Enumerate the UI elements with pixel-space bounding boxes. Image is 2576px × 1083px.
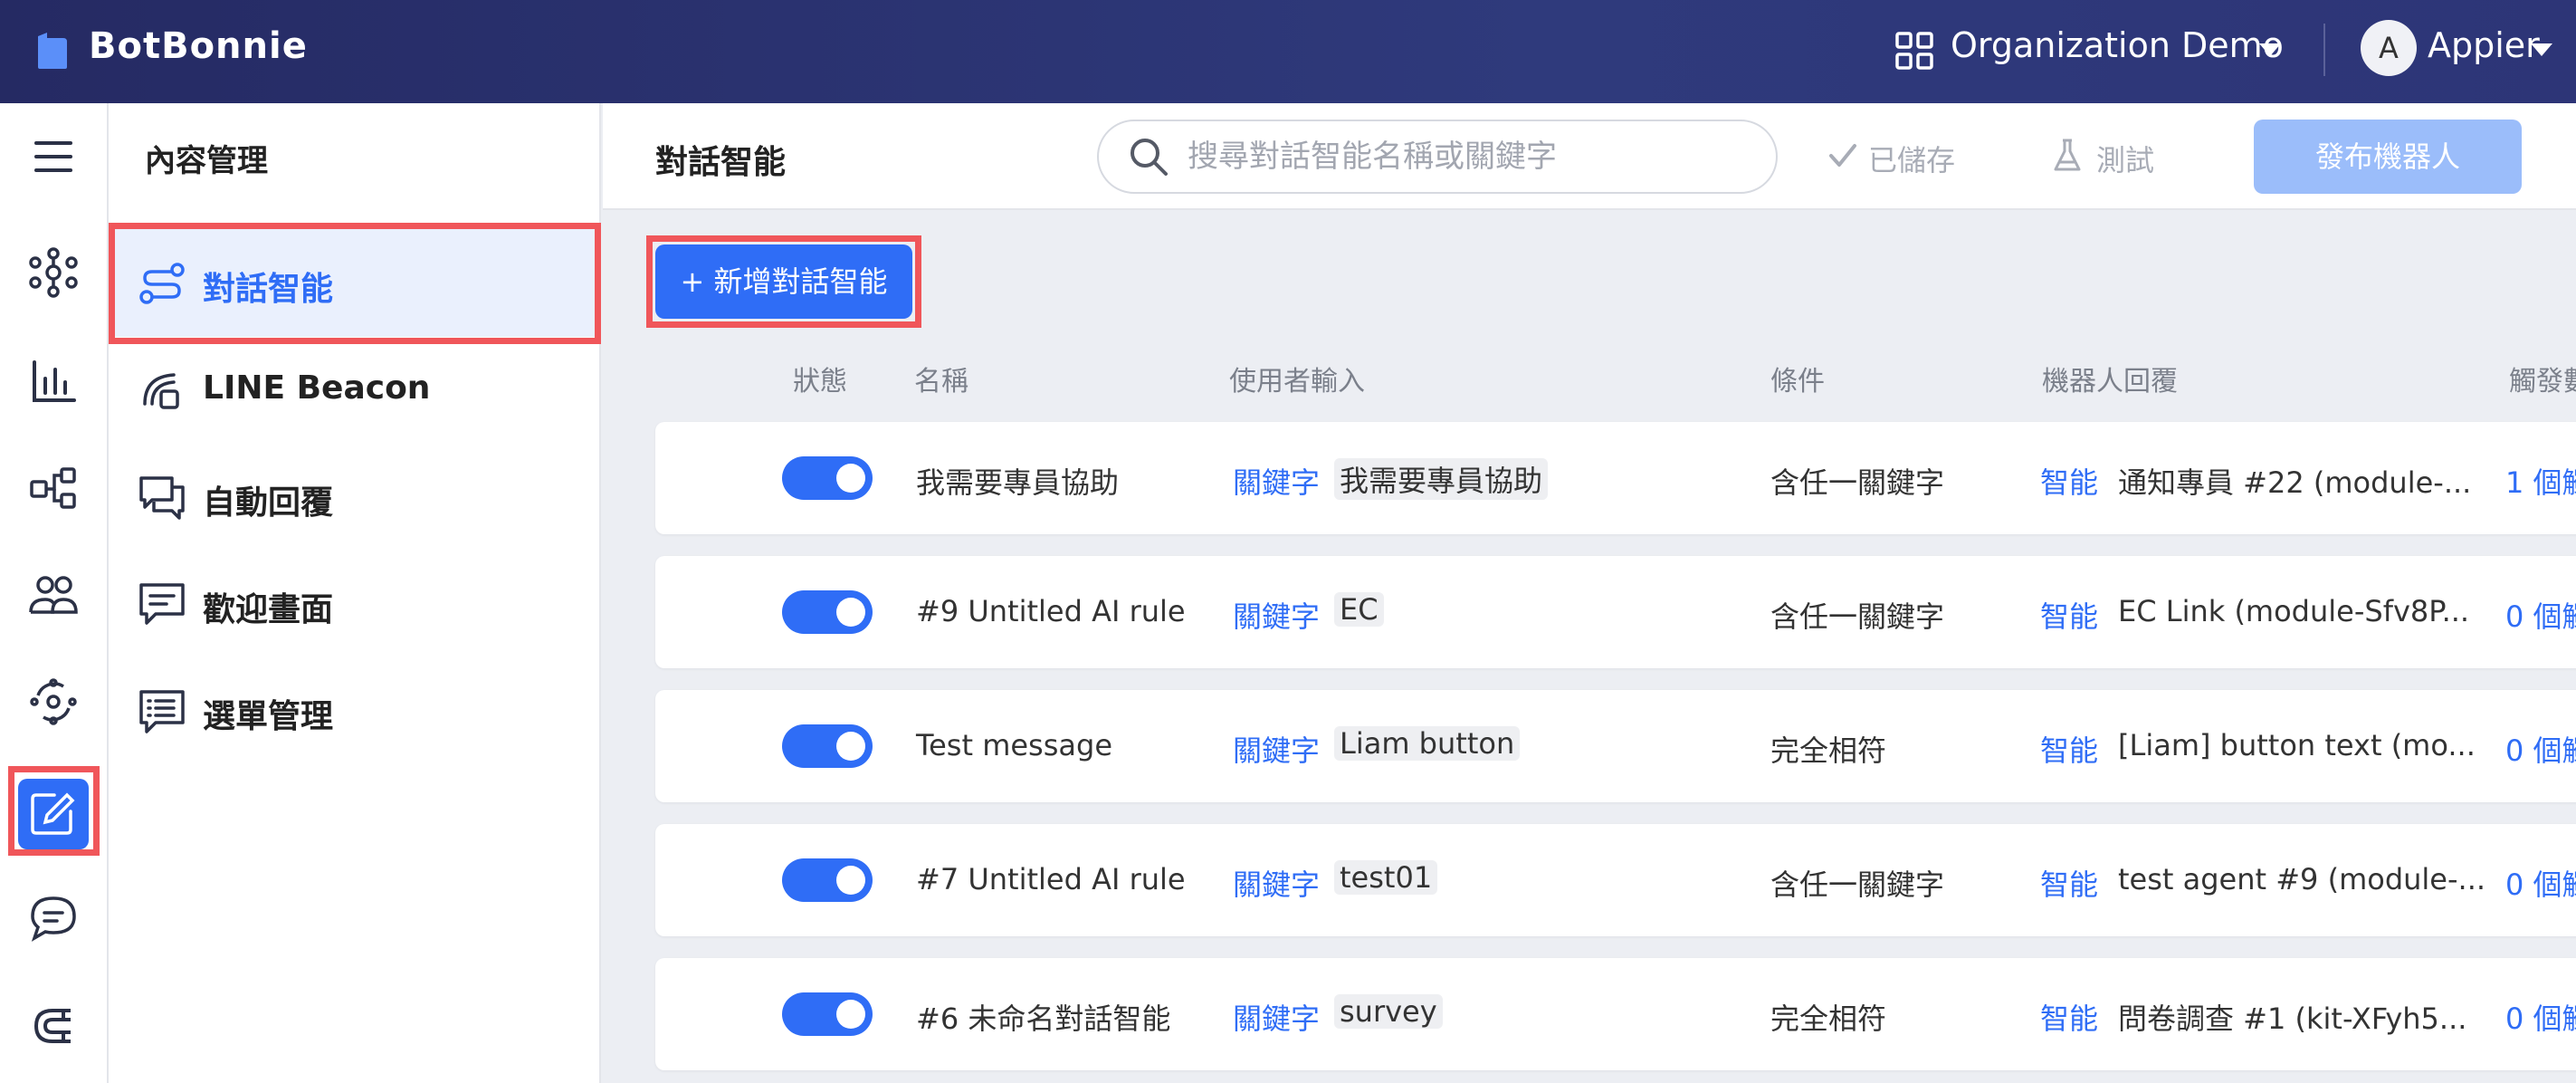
condition-text: 含任一關鍵字 xyxy=(1770,867,1945,902)
search-input[interactable] xyxy=(1186,134,1747,179)
panel-item-menu-manage[interactable]: 選單管理 xyxy=(203,690,333,737)
status-toggle[interactable] xyxy=(782,456,873,500)
rule-name[interactable]: #7 Untitled AI rule xyxy=(916,862,1186,896)
analytics-icon[interactable] xyxy=(27,355,80,407)
rule-name[interactable]: Test message xyxy=(916,728,1112,762)
trigger-count[interactable]: 0 個觸 xyxy=(2505,728,2576,770)
organization-selector[interactable]: Organization Demo xyxy=(1951,25,2284,65)
panel-item-welcome-screen[interactable]: 歡迎畫面 xyxy=(203,583,333,630)
rule-name[interactable]: #6 未命名對話智能 xyxy=(916,996,1170,1038)
grid-icon[interactable] xyxy=(1894,31,1934,71)
condition-text: 完全相符 xyxy=(1770,733,1887,768)
saved-status: 已儲存 xyxy=(1868,143,1956,177)
chevron-down-icon[interactable] xyxy=(2259,43,2281,56)
header-divider xyxy=(2323,24,2325,76)
input-type: 關鍵字 xyxy=(1233,599,1321,634)
column-header-name: 名稱 xyxy=(914,366,968,398)
rule-name[interactable]: 我需要專員協助 xyxy=(916,460,1119,502)
network-icon[interactable] xyxy=(27,246,80,299)
magnet-icon[interactable] xyxy=(27,1000,80,1052)
input-type: 關鍵字 xyxy=(1233,733,1321,768)
rule-name[interactable]: #9 Untitled AI rule xyxy=(916,594,1186,628)
checkmark-icon xyxy=(1827,139,1859,172)
rail-highlight-box xyxy=(8,766,100,856)
keyword-tag: EC xyxy=(1334,592,1384,627)
keyword-tag: survey xyxy=(1334,994,1443,1029)
condition-text: 含任一關鍵字 xyxy=(1770,465,1945,500)
status-toggle[interactable] xyxy=(782,590,873,634)
reply-text: 問卷調查 #1 (kit-XFyh5... xyxy=(2118,1002,2467,1036)
user-menu[interactable]: Appier xyxy=(2428,25,2540,65)
reply-text: [Liam] button text (mo... xyxy=(2118,728,2476,762)
auto-reply-icon[interactable] xyxy=(136,471,188,523)
status-toggle[interactable] xyxy=(782,858,873,902)
column-header-status: 狀態 xyxy=(793,366,847,398)
beacon-icon[interactable] xyxy=(136,364,188,417)
welcome-screen-icon[interactable] xyxy=(136,578,188,630)
panel-title: 內容管理 xyxy=(145,143,268,179)
chevron-down-icon[interactable] xyxy=(2531,43,2552,56)
audience-icon[interactable] xyxy=(27,569,80,621)
panel-item-line-beacon[interactable]: LINE Beacon xyxy=(203,369,430,407)
condition-text: 完全相符 xyxy=(1770,1002,1887,1036)
reply-text: 通知專員 #22 (module-... xyxy=(2118,465,2472,500)
column-header-condition: 條件 xyxy=(1770,366,1825,398)
panel-item-auto-reply[interactable]: 自動回覆 xyxy=(203,476,333,523)
input-type: 關鍵字 xyxy=(1233,465,1321,500)
column-header-bot-reply: 機器人回覆 xyxy=(2042,366,2178,398)
keyword-tag: 我需要專員協助 xyxy=(1334,458,1549,500)
reply-text: EC Link (module-Sfv8P... xyxy=(2118,594,2470,628)
menu-manage-icon[interactable] xyxy=(136,685,188,737)
trigger-count[interactable]: 0 個觸 xyxy=(2505,862,2576,904)
test-button[interactable]: 測試 xyxy=(2096,138,2154,179)
avatar[interactable]: A xyxy=(2361,20,2417,76)
flask-icon[interactable] xyxy=(2051,138,2084,174)
reply-type: 智能 xyxy=(2040,733,2099,768)
hamburger-menu-icon[interactable] xyxy=(27,130,80,183)
column-header-user-input: 使用者輸入 xyxy=(1229,366,1365,398)
panel-highlight-box xyxy=(109,223,601,344)
reply-type: 智能 xyxy=(2040,867,2099,902)
botbonnie-logo-icon[interactable] xyxy=(36,31,69,71)
condition-text: 含任一關鍵字 xyxy=(1770,599,1945,634)
input-type: 關鍵字 xyxy=(1233,1002,1321,1036)
trigger-count[interactable]: 1 個觸 xyxy=(2505,460,2576,502)
reply-type: 智能 xyxy=(2040,1002,2099,1036)
reply-type: 智能 xyxy=(2040,465,2099,500)
logo-text[interactable]: BotBonnie xyxy=(89,25,308,67)
page-title: 對話智能 xyxy=(655,144,787,181)
add-button-highlight-box xyxy=(646,235,921,328)
flow-icon[interactable] xyxy=(27,462,80,514)
trigger-count[interactable]: 0 個觸 xyxy=(2505,594,2576,636)
sync-icon[interactable] xyxy=(27,676,80,728)
trigger-count[interactable]: 0 個觸 xyxy=(2505,996,2576,1038)
keyword-tag: test01 xyxy=(1334,860,1438,895)
reply-text: test agent #9 (module-... xyxy=(2118,862,2486,896)
chat-icon[interactable] xyxy=(27,891,80,944)
status-toggle[interactable] xyxy=(782,724,873,768)
input-type: 關鍵字 xyxy=(1233,867,1321,902)
column-header-triggers: 觸發數 xyxy=(2509,366,2576,398)
keyword-tag: Liam button xyxy=(1334,726,1521,761)
search-icon xyxy=(1126,134,1171,179)
reply-type: 智能 xyxy=(2040,599,2099,634)
publish-bot-button[interactable]: 發布機器人 xyxy=(2254,120,2522,194)
status-toggle[interactable] xyxy=(782,992,873,1036)
